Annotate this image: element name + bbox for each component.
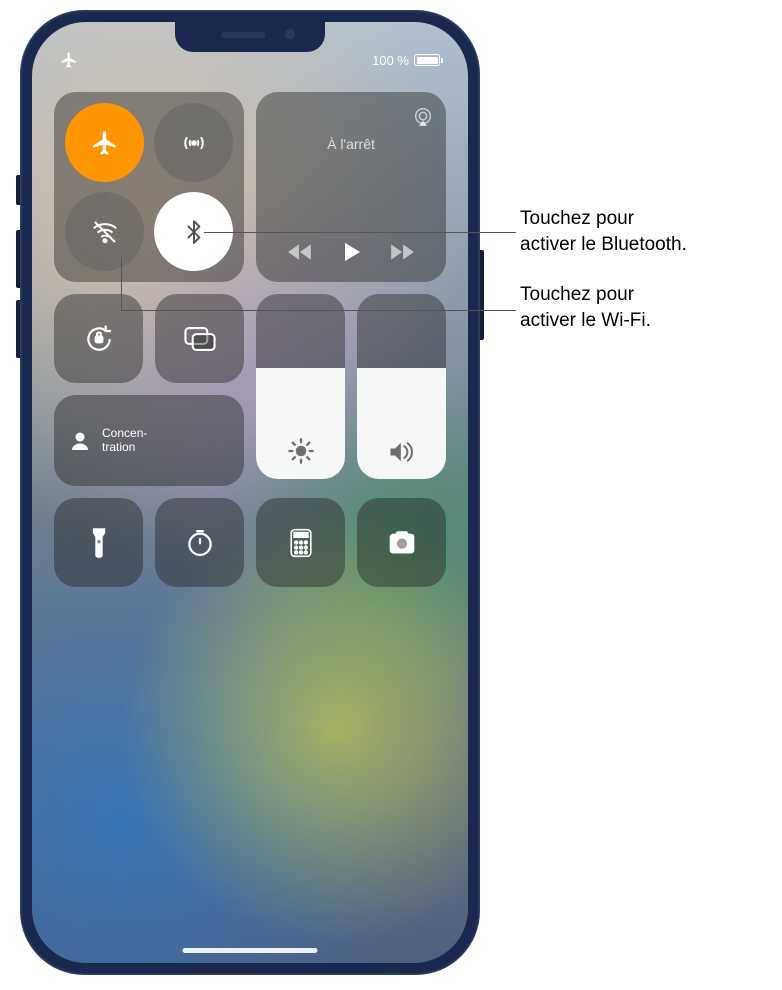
wifi-off-icon bbox=[90, 217, 120, 247]
media-module[interactable]: À l'arrêt bbox=[256, 92, 446, 282]
status-right: 100 % bbox=[372, 53, 440, 68]
battery-percent: 100 % bbox=[372, 53, 409, 68]
camera-button[interactable] bbox=[357, 498, 446, 587]
screen-mirroring-button[interactable] bbox=[155, 294, 244, 383]
connectivity-module[interactable] bbox=[54, 92, 244, 282]
battery-icon bbox=[414, 54, 440, 66]
cellular-data-toggle[interactable] bbox=[154, 103, 233, 182]
callout-wifi: Touchez pour activer le Wi-Fi. bbox=[520, 282, 651, 333]
callout-line-wifi-h bbox=[121, 310, 516, 311]
flashlight-icon bbox=[90, 527, 108, 559]
airplane-icon bbox=[91, 129, 119, 157]
brightness-icon bbox=[287, 437, 315, 465]
notch bbox=[175, 22, 325, 52]
screen: 100 % bbox=[32, 22, 468, 963]
volume-slider[interactable] bbox=[357, 294, 446, 479]
focus-icon bbox=[68, 429, 92, 453]
timer-button[interactable] bbox=[155, 498, 244, 587]
brightness-slider[interactable] bbox=[256, 294, 345, 479]
callout-line-wifi-v bbox=[121, 257, 122, 310]
flashlight-button[interactable] bbox=[54, 498, 143, 587]
wifi-toggle[interactable] bbox=[65, 192, 144, 271]
volume-icon bbox=[387, 439, 417, 465]
airplane-icon bbox=[60, 51, 78, 69]
timer-icon bbox=[185, 528, 215, 558]
focus-label: Concen- tration bbox=[102, 427, 147, 455]
cellular-icon bbox=[180, 129, 208, 157]
bluetooth-icon bbox=[181, 219, 207, 245]
airplay-icon[interactable] bbox=[412, 106, 434, 128]
screen-mirroring-icon bbox=[183, 325, 217, 353]
phone-frame: 100 % bbox=[20, 10, 480, 975]
control-center-grid: À l'arrêt bbox=[54, 92, 446, 587]
calculator-icon bbox=[289, 528, 313, 558]
camera-icon bbox=[386, 530, 418, 556]
airplane-mode-toggle[interactable] bbox=[65, 103, 144, 182]
forward-icon[interactable] bbox=[389, 242, 415, 262]
calculator-button[interactable] bbox=[256, 498, 345, 587]
rewind-icon[interactable] bbox=[287, 242, 313, 262]
orientation-lock-icon bbox=[83, 323, 115, 355]
orientation-lock-button[interactable] bbox=[54, 294, 143, 383]
status-left bbox=[60, 51, 78, 69]
callout-line-bluetooth bbox=[204, 232, 516, 233]
callout-bluetooth: Touchez pour activer le Bluetooth. bbox=[520, 206, 687, 257]
focus-button[interactable]: Concen- tration bbox=[54, 395, 244, 486]
media-title: À l'arrêt bbox=[268, 136, 434, 152]
play-icon[interactable] bbox=[339, 240, 363, 264]
home-indicator[interactable] bbox=[183, 948, 318, 953]
